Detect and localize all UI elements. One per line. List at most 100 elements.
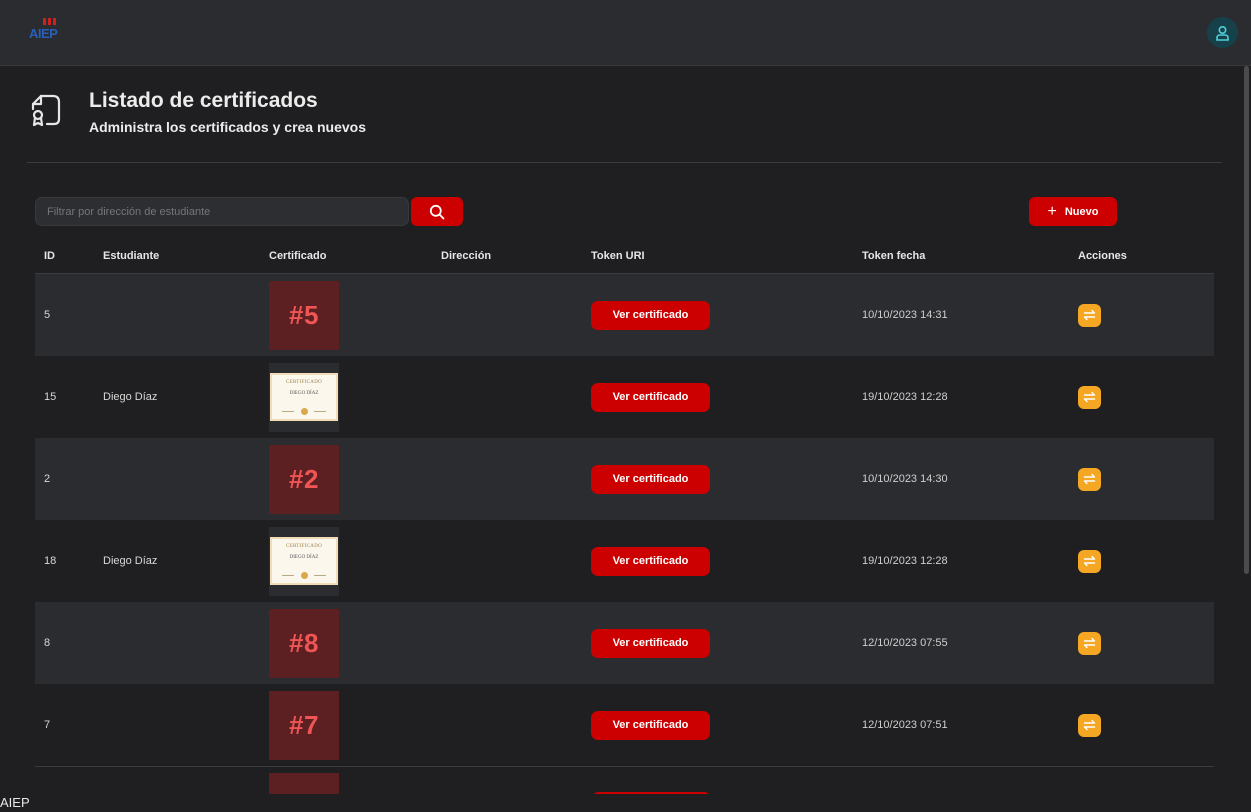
logo-text: AIEP <box>29 26 58 41</box>
aiep-logo[interactable]: AIEP <box>29 18 63 42</box>
plus-icon: + <box>1047 202 1057 220</box>
cell-token-date: 19/10/2023 12:28 <box>862 391 948 403</box>
cell-token-uri: Ver certificado <box>591 684 710 766</box>
certificate-tile[interactable]: #5 <box>269 280 339 350</box>
cell-actions <box>1078 356 1101 438</box>
logo-bars-icon <box>43 18 56 25</box>
view-certificate-button[interactable]: Ver certificado <box>591 628 710 658</box>
user-icon <box>1216 25 1229 41</box>
column-header-certificate: Certificado <box>269 250 327 262</box>
cell-actions <box>1078 684 1101 766</box>
transfer-button[interactable] <box>1078 303 1101 327</box>
cell-actions <box>1078 520 1101 602</box>
certificate-tile[interactable]: #7 <box>269 690 339 760</box>
certificate-tile[interactable]: #2 <box>269 444 339 514</box>
cell-actions <box>1078 438 1101 520</box>
certificate-file-icon <box>31 94 61 127</box>
transfer-button[interactable] <box>1078 549 1101 573</box>
swap-arrows-icon <box>1083 309 1096 321</box>
certificate-thumbnail[interactable]: CERTIFICADO DIEGO DÍAZ <box>269 526 339 596</box>
address-filter-input[interactable] <box>35 197 409 226</box>
view-certificate-button[interactable]: Ver certificado <box>591 546 710 576</box>
cell-token-uri: Ver certificado <box>591 438 710 520</box>
cell-token-uri: Ver certificado <box>591 274 710 356</box>
table-row: 8 #8 Ver certificado 12/10/2023 07:55 <box>35 602 1214 684</box>
table-row: 2 #2 Ver certificado 10/10/2023 14:30 <box>35 438 1214 520</box>
seal-icon <box>301 572 308 579</box>
cell-actions <box>1078 274 1101 356</box>
transfer-button[interactable] <box>1078 467 1101 491</box>
footer-label: AIEP <box>0 794 1251 812</box>
cell-token-date: 12/10/2023 07:55 <box>862 637 948 649</box>
cell-token-date: 10/10/2023 14:30 <box>862 473 948 485</box>
cell-token-date: 10/10/2023 14:31 <box>862 309 948 321</box>
cell-token-date: 19/10/2023 12:28 <box>862 555 948 567</box>
search-icon <box>429 204 445 219</box>
cell-token-uri: Ver certificado <box>591 602 710 684</box>
certificate-paper: CERTIFICADO DIEGO DÍAZ <box>270 373 338 421</box>
swap-arrows-icon <box>1083 555 1096 567</box>
swap-arrows-icon <box>1083 637 1096 649</box>
swap-arrows-icon <box>1083 391 1096 403</box>
cell-id: 2 <box>44 473 51 485</box>
cell-certificate: CERTIFICADO DIEGO DÍAZ <box>269 356 339 438</box>
swap-arrows-icon <box>1083 473 1096 485</box>
signature-line <box>314 575 326 576</box>
row-divider <box>35 766 1214 767</box>
swap-arrows-icon <box>1083 719 1096 731</box>
certificate-thumbnail-title: CERTIFICADO <box>285 380 323 385</box>
transfer-button[interactable] <box>1078 385 1101 409</box>
cell-certificate: CERTIFICADO DIEGO DÍAZ <box>269 520 339 602</box>
transfer-button[interactable] <box>1078 713 1101 737</box>
cell-certificate: #2 <box>269 438 339 520</box>
column-header-token-date: Token fecha <box>862 250 926 262</box>
cell-id: 15 <box>44 391 57 403</box>
new-button-label: Nuevo <box>1064 205 1099 218</box>
view-certificate-button[interactable]: Ver certificado <box>591 300 710 330</box>
table-row: 7 #7 Ver certificado 12/10/2023 07:51 <box>35 684 1214 766</box>
certificate-thumbnail[interactable]: CERTIFICADO DIEGO DÍAZ <box>269 362 339 432</box>
certificate-paper: CERTIFICADO DIEGO DÍAZ <box>270 537 338 585</box>
cell-token-uri: Ver certificado <box>591 520 710 602</box>
certificate-thumbnail-title: CERTIFICADO <box>285 544 323 549</box>
certificate-thumbnail-name: DIEGO DÍAZ <box>289 391 319 396</box>
cell-id: 18 <box>44 555 57 567</box>
cell-id: 8 <box>44 637 51 649</box>
certificate-tile[interactable]: #8 <box>269 608 339 678</box>
column-header-id: ID <box>44 250 55 262</box>
user-menu-button[interactable] <box>1207 17 1238 48</box>
cell-student: Diego Díaz <box>103 391 158 403</box>
transfer-button[interactable] <box>1078 631 1101 655</box>
new-certificate-button[interactable]: + Nuevo <box>1029 197 1117 226</box>
seal-icon <box>301 408 308 415</box>
column-header-actions: Acciones <box>1078 250 1127 262</box>
top-bar: AIEP <box>0 0 1251 66</box>
cell-certificate: #7 <box>269 684 339 766</box>
cell-student: Diego Díaz <box>103 555 158 567</box>
table-row: 18 Diego Díaz CERTIFICADO DIEGO DÍAZ Ver cer… <box>35 520 1214 602</box>
signature-line <box>282 411 294 412</box>
signature-line <box>314 411 326 412</box>
cell-id: 5 <box>44 309 51 321</box>
cell-id: 7 <box>44 719 51 731</box>
view-certificate-button[interactable]: Ver certificado <box>591 464 710 494</box>
column-header-address: Dirección <box>441 250 492 262</box>
view-certificate-button[interactable]: Ver certificado <box>591 382 710 412</box>
column-header-token-uri: Token URI <box>591 250 645 262</box>
column-header-student: Estudiante <box>103 250 160 262</box>
certificate-thumbnail-name: DIEGO DÍAZ <box>289 555 319 560</box>
signature-line <box>282 575 294 576</box>
search-button[interactable] <box>411 197 463 226</box>
cell-certificate: #5 <box>269 274 339 356</box>
page-scrollbar[interactable] <box>1244 66 1249 574</box>
cell-token-uri: Ver certificado <box>591 356 710 438</box>
cell-token-date: 12/10/2023 07:51 <box>862 719 948 731</box>
table-row: 5 #5 Ver certificado 10/10/2023 14:31 <box>35 274 1214 356</box>
page-title: Listado de certificados <box>89 89 318 112</box>
view-certificate-button[interactable]: Ver certificado <box>591 710 710 740</box>
page-subtitle: Administra los certificados y crea nuevo… <box>89 119 366 135</box>
cell-certificate: #8 <box>269 602 339 684</box>
cell-actions <box>1078 602 1101 684</box>
page-header: Listado de certificados Administra los c… <box>27 66 1222 163</box>
table-row: 15 Diego Díaz CERTIFICADO DIEGO DÍAZ Ver cer… <box>35 356 1214 438</box>
